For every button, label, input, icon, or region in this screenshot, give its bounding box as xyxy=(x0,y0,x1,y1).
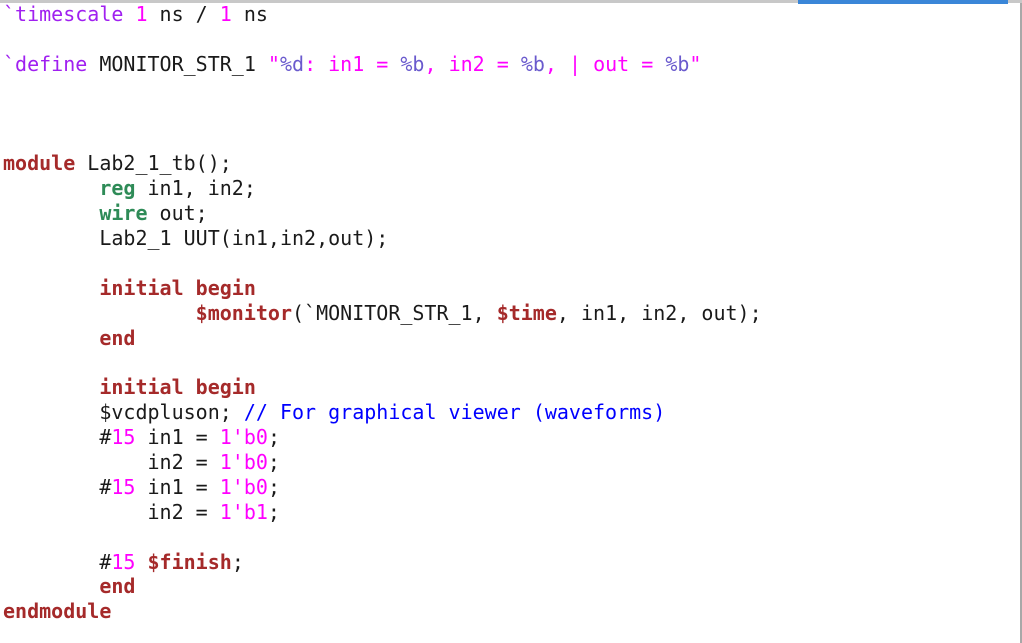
code-token-sys: $monitor xyxy=(195,300,292,325)
code-line[interactable]: #15 $finish; xyxy=(3,550,1018,575)
code-token-plain: in1, in2; xyxy=(135,176,256,201)
code-token-plain: in1 = xyxy=(135,474,220,499)
code-line[interactable]: in2 = 1'b0; xyxy=(3,450,1018,475)
code-token-plain: ns / xyxy=(147,2,220,26)
code-token-str: , | out = xyxy=(544,51,666,76)
code-token-plain: ; xyxy=(231,549,244,574)
code-token-plain: # xyxy=(3,425,112,450)
code-token-plain: in2 = xyxy=(3,450,220,475)
code-token-plain: # xyxy=(3,474,112,499)
code-line[interactable]: endmodule xyxy=(3,599,1018,624)
code-token-kw: endmodule xyxy=(3,599,112,624)
code-token-fmt: %d xyxy=(279,51,305,76)
code-editor-window[interactable]: `timescale 1 ns / 1 ns `define MONITOR_S… xyxy=(0,0,1022,643)
code-token-plain: ; xyxy=(267,499,280,524)
code-token-fmt: %b xyxy=(520,51,545,76)
code-line[interactable]: $monitor(`MONITOR_STR_1, $time, in1, in2… xyxy=(3,301,1018,326)
code-token-plain: (`MONITOR_STR_1, xyxy=(291,300,497,325)
code-token-comment: // For graphical viewer (waveforms) xyxy=(243,400,666,425)
code-line[interactable]: $vcdpluson; // For graphical viewer (wav… xyxy=(3,400,1018,425)
code-token-plain: Lab2_1 UUT(in1,in2,out); xyxy=(3,226,389,251)
code-token-plain: ; xyxy=(267,474,280,499)
code-token-num: 1'b0 xyxy=(219,450,268,475)
code-token-plain: in2 = xyxy=(3,499,220,524)
code-token-plain: out; xyxy=(147,201,208,226)
code-token-dir: `define xyxy=(3,51,88,76)
code-token-fmt: %b xyxy=(400,51,425,76)
code-token-kw: module xyxy=(3,151,76,176)
code-text-area[interactable]: `timescale 1 ns / 1 ns `define MONITOR_S… xyxy=(3,2,1018,643)
code-line[interactable]: reg in1, in2; xyxy=(3,176,1018,201)
code-line[interactable] xyxy=(3,525,1018,550)
code-line[interactable]: initial begin xyxy=(3,276,1018,301)
code-line[interactable] xyxy=(3,251,1018,276)
code-token-kw: end xyxy=(99,574,136,599)
code-token-kw: end xyxy=(99,325,136,350)
code-line[interactable]: initial begin xyxy=(3,375,1018,400)
code-line[interactable]: module Lab2_1_tb(); xyxy=(3,151,1018,176)
code-token-num: 1 xyxy=(135,2,148,26)
code-token-kw: begin xyxy=(195,275,256,300)
code-token-num: 1 xyxy=(219,2,232,26)
code-line[interactable]: end xyxy=(3,326,1018,351)
code-line[interactable]: Lab2_1 UUT(in1,in2,out); xyxy=(3,226,1018,251)
code-token-plain: MONITOR_STR_1 xyxy=(87,51,268,76)
code-token-plain: ns xyxy=(231,2,268,26)
code-token-str: " xyxy=(689,51,702,76)
code-line[interactable]: end xyxy=(3,574,1018,599)
code-token-str: " xyxy=(267,51,280,76)
code-line[interactable]: wire out; xyxy=(3,201,1018,226)
code-token-type: wire xyxy=(99,201,148,226)
code-token-sys: $time xyxy=(496,300,557,325)
code-line[interactable] xyxy=(3,102,1018,127)
code-token-num: 1'b0 xyxy=(219,425,268,450)
code-line[interactable]: in2 = 1'b1; xyxy=(3,500,1018,525)
code-line[interactable]: #15 in1 = 1'b0; xyxy=(3,475,1018,500)
code-token-fmt: %b xyxy=(665,51,690,76)
code-token-num: 15 xyxy=(111,425,136,450)
code-token-plain: $vcdpluson; xyxy=(3,400,244,425)
code-line[interactable]: `timescale 1 ns / 1 ns xyxy=(3,2,1018,27)
code-token-type: reg xyxy=(99,176,136,201)
code-token-plain: ; xyxy=(267,425,280,450)
code-token-plain: # xyxy=(3,549,112,574)
code-token-num: 15 xyxy=(111,474,136,499)
code-token-dir: `timescale xyxy=(3,2,124,26)
code-token-str: , in2 = xyxy=(424,51,521,76)
code-line[interactable] xyxy=(3,77,1018,102)
code-token-kw: initial xyxy=(99,375,184,400)
code-line[interactable] xyxy=(3,27,1018,52)
code-token-sys: $finish xyxy=(147,549,232,574)
code-line[interactable] xyxy=(3,350,1018,375)
code-token-num: 1'b0 xyxy=(219,474,268,499)
code-token-kw: initial xyxy=(99,275,184,300)
code-token-plain: , in1, in2, out); xyxy=(556,300,762,325)
code-token-plain: Lab2_1_tb(); xyxy=(75,151,232,176)
code-line[interactable] xyxy=(3,126,1018,151)
code-token-kw: begin xyxy=(195,375,256,400)
code-token-num: 15 xyxy=(111,549,136,574)
code-token-plain: ; xyxy=(267,450,280,475)
code-token-num: 1'b1 xyxy=(219,499,268,524)
code-token-str: : in1 = xyxy=(304,51,401,76)
code-line[interactable]: `define MONITOR_STR_1 "%d: in1 = %b, in2… xyxy=(3,52,1018,77)
code-line[interactable]: #15 in1 = 1'b0; xyxy=(3,425,1018,450)
code-token-plain: in1 = xyxy=(135,425,220,450)
